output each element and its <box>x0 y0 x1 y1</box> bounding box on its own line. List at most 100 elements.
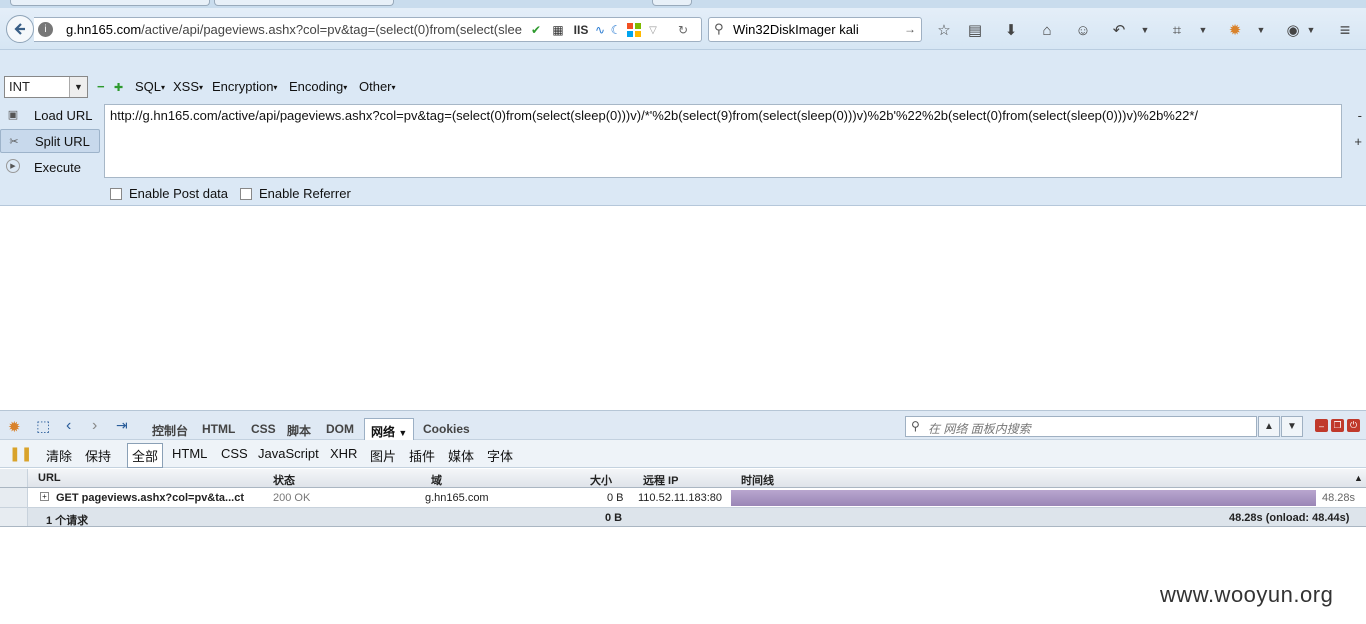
chevron-down-icon[interactable]: ▼ <box>398 428 407 438</box>
wave-icon[interactable]: ∿ <box>592 21 608 39</box>
encryption-menu[interactable]: Encryption▾ <box>212 79 277 94</box>
download-icon[interactable]: ⬇ <box>1000 20 1022 40</box>
timeline-bar[interactable] <box>731 490 1316 506</box>
search-prev-button[interactable]: ▲ <box>1258 416 1280 437</box>
col-url[interactable]: URL <box>38 472 61 484</box>
load-url-label: Load URL <box>34 107 93 123</box>
filter-fonts[interactable]: 字体 <box>487 446 513 465</box>
browser-tab[interactable] <box>652 0 692 6</box>
persist-button[interactable]: 保持 <box>85 446 111 465</box>
address-bar[interactable]: i g.hn165.com/active/api/pageviews.ashx?… <box>34 17 702 42</box>
load-url-button[interactable]: ▣ Load URL <box>0 103 100 127</box>
tab-dom[interactable]: DOM <box>326 422 354 436</box>
col-domain[interactable]: 域 <box>431 472 442 488</box>
request-url[interactable]: GET pageviews.ashx?col=pv&ta...ct <box>56 492 244 504</box>
command-line-icon[interactable]: ⇥ <box>116 417 128 434</box>
filter-html[interactable]: HTML <box>172 446 207 461</box>
filter-all[interactable]: 全部 <box>127 443 164 468</box>
detach-icon[interactable]: ❐ <box>1331 419 1344 432</box>
encoding-menu[interactable]: Encoding▾ <box>289 79 347 94</box>
chat-icon[interactable]: ☺ <box>1072 20 1094 40</box>
tab-css[interactable]: CSS <box>251 422 276 436</box>
filter-plugins[interactable]: 插件 <box>409 446 435 465</box>
tab-script[interactable]: 脚本 <box>287 422 311 439</box>
windows-logo-icon[interactable] <box>626 21 642 39</box>
filter-javascript[interactable]: JavaScript <box>258 446 319 461</box>
back-icon[interactable]: ‹ <box>66 417 71 435</box>
type-select[interactable]: INT ▼ <box>4 76 88 98</box>
enable-post-checkbox[interactable]: Enable Post data <box>110 186 228 201</box>
menu-icon[interactable]: ≡ <box>1334 20 1356 40</box>
execute-button[interactable]: ▶ Execute <box>0 155 100 179</box>
clear-button[interactable]: 清除 <box>46 446 72 465</box>
reading-list-icon[interactable]: ▤ <box>964 20 986 40</box>
net-filter-bar: ❚❚ 清除 保持 全部 HTML CSS JavaScript XHR 图片 插… <box>0 440 1366 468</box>
expand-icon[interactable]: + <box>40 492 49 501</box>
browser-tab[interactable] <box>10 0 210 6</box>
increase-button[interactable]: ✚ <box>114 81 123 94</box>
enable-post-label: Enable Post data <box>129 186 229 201</box>
shrink-button[interactable]: - <box>1358 108 1362 123</box>
firebug-icon[interactable]: ✹ <box>8 418 21 436</box>
search-box[interactable]: ⚲ Win32DiskImager kali → <box>708 17 922 42</box>
dropdown-arrow-icon[interactable]: ▼ <box>1250 20 1272 40</box>
undo-icon[interactable]: ↶ <box>1108 20 1130 40</box>
col-status[interactable]: 状态 <box>273 472 295 488</box>
filter-media[interactable]: 媒体 <box>448 446 474 465</box>
tab-console[interactable]: 控制台 <box>152 422 188 439</box>
row-gutter <box>0 469 28 487</box>
filter-xhr[interactable]: XHR <box>330 446 357 461</box>
bookmark-star-icon[interactable]: ☆ <box>933 20 955 40</box>
col-timeline[interactable]: 时间线 <box>741 472 774 488</box>
tab-cookies[interactable]: Cookies <box>423 422 470 436</box>
moon-icon[interactable]: ☾ <box>608 21 624 39</box>
tab-net[interactable]: 网络 ▼ <box>364 418 415 441</box>
scissors-icon: ✂ <box>9 135 19 148</box>
table-row[interactable]: + GET pageviews.ashx?col=pv&ta...ct 200 … <box>0 488 1366 508</box>
address-text[interactable]: g.hn165.com/active/api/pageviews.ashx?co… <box>66 22 554 37</box>
browser-tab[interactable] <box>214 0 394 6</box>
dropdown-arrow-icon[interactable]: ▼ <box>1192 20 1214 40</box>
close-icon[interactable]: ⏻ <box>1347 419 1360 432</box>
back-button[interactable] <box>6 15 34 43</box>
dropdown-arrow-icon[interactable]: ▼ <box>1300 20 1322 40</box>
forward-icon[interactable]: › <box>92 417 97 435</box>
crop-icon[interactable]: ⌗ <box>1166 20 1188 40</box>
request-domain: g.hn165.com <box>425 492 489 504</box>
dropdown-arrow-icon[interactable]: ▽ <box>646 21 660 39</box>
iis-label[interactable]: IIS <box>570 21 592 39</box>
xss-menu[interactable]: XSS▾ <box>173 79 203 94</box>
search-go-icon[interactable]: → <box>904 22 916 36</box>
pause-icon[interactable]: ❚❚ <box>9 445 32 462</box>
col-remote-ip[interactable]: 远程 IP <box>643 472 678 488</box>
split-url-button[interactable]: ✂ Split URL <box>0 129 100 153</box>
sql-menu[interactable]: SQL▾ <box>135 79 165 94</box>
request-remote-ip: 110.52.11.183:80 <box>638 492 723 504</box>
panel-search-input[interactable]: ⚲ 在 网络 面板内搜索 <box>905 416 1257 437</box>
col-size[interactable]: 大小 <box>590 472 612 488</box>
request-size: 0 B <box>607 492 624 504</box>
type-select-value: INT <box>9 79 30 94</box>
shield-check-icon[interactable]: ✔ <box>528 21 544 39</box>
home-icon[interactable]: ⌂ <box>1036 20 1058 40</box>
firebug-icon[interactable]: ✹ <box>1224 20 1246 40</box>
qr-code-icon[interactable]: ▦ <box>550 21 566 39</box>
checkbox-box[interactable] <box>110 187 122 200</box>
tab-html[interactable]: HTML <box>202 422 235 436</box>
request-time: 48.28s <box>1322 492 1356 504</box>
minimize-icon[interactable]: – <box>1315 419 1328 432</box>
search-next-button[interactable]: ▼ <box>1281 416 1303 437</box>
site-identity-icon[interactable]: i <box>38 22 53 37</box>
reload-icon[interactable]: ↻ <box>674 21 692 39</box>
expand-button[interactable]: + <box>1354 134 1362 149</box>
filter-images[interactable]: 图片 <box>370 446 396 465</box>
checkbox-box[interactable] <box>240 187 252 200</box>
inspect-icon[interactable]: ⬚ <box>36 417 50 435</box>
url-textarea[interactable]: http://g.hn165.com/active/api/pageviews.… <box>104 104 1342 178</box>
enable-referrer-checkbox[interactable]: Enable Referrer <box>240 186 351 201</box>
decrease-button[interactable]: − <box>97 79 105 94</box>
filter-css[interactable]: CSS <box>221 446 248 461</box>
other-menu[interactable]: Other▾ <box>359 79 396 94</box>
sort-arrow-icon[interactable]: ▲ <box>1354 473 1363 483</box>
dropdown-arrow-icon[interactable]: ▼ <box>1134 20 1156 40</box>
